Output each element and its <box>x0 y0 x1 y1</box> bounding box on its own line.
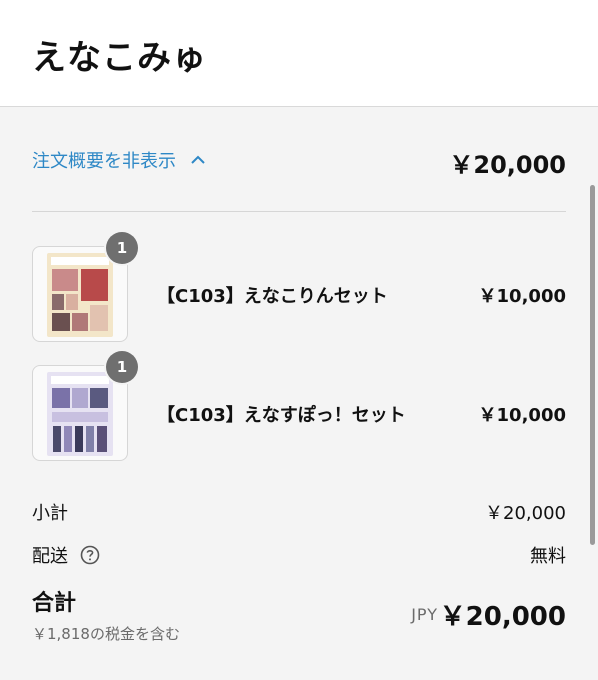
shipping-row: 配送 無料 <box>32 542 566 568</box>
line-item: 1 【C103】えなこりんセット ￥10,000 <box>32 232 566 346</box>
item-price: ￥10,000 <box>478 405 566 426</box>
line-item: 1 【C103】えなすぽっ！セット ￥10,000 <box>32 351 566 465</box>
shipping-value: 無料 <box>530 546 566 567</box>
chevron-up-icon <box>191 155 205 164</box>
subtotal-row: 小計 ￥20,000 <box>32 499 566 525</box>
item-price: ￥10,000 <box>478 286 566 307</box>
total-label: 合計 <box>32 591 77 616</box>
grand-total: ￥20,000 <box>439 602 566 632</box>
scrollbar[interactable] <box>590 185 595 545</box>
hide-summary-label: 注文概要を非表示 <box>32 151 176 172</box>
subtotal-label: 小計 <box>32 503 68 524</box>
store-name[interactable]: えなこみゅ <box>32 30 207 79</box>
order-summary-panel: 注文概要を非表示 ￥20,000 1 【C103】えなこりんセット ￥10,00… <box>0 107 598 680</box>
product-image <box>47 253 113 337</box>
item-name: 【C103】えなすぽっ！セット <box>157 405 406 426</box>
item-name: 【C103】えなこりんセット <box>157 286 388 307</box>
shipping-label: 配送 <box>32 546 68 567</box>
shipping-label-group: 配送 <box>32 542 100 568</box>
hide-summary-button[interactable]: 注文概要を非表示 <box>32 147 206 173</box>
help-circle-icon[interactable] <box>80 545 100 565</box>
summary-total: ￥20,000 <box>449 151 566 179</box>
tax-note: ￥1,818の税金を含む <box>32 625 180 643</box>
product-image <box>47 372 113 456</box>
summary-toggle-row: 注文概要を非表示 ￥20,000 <box>32 147 566 179</box>
divider <box>32 211 566 212</box>
subtotal-value: ￥20,000 <box>485 503 566 524</box>
store-header: えなこみゅ <box>0 0 598 107</box>
currency-code: JPY <box>411 605 438 624</box>
quantity-badge: 1 <box>106 351 138 383</box>
quantity-badge: 1 <box>106 232 138 264</box>
